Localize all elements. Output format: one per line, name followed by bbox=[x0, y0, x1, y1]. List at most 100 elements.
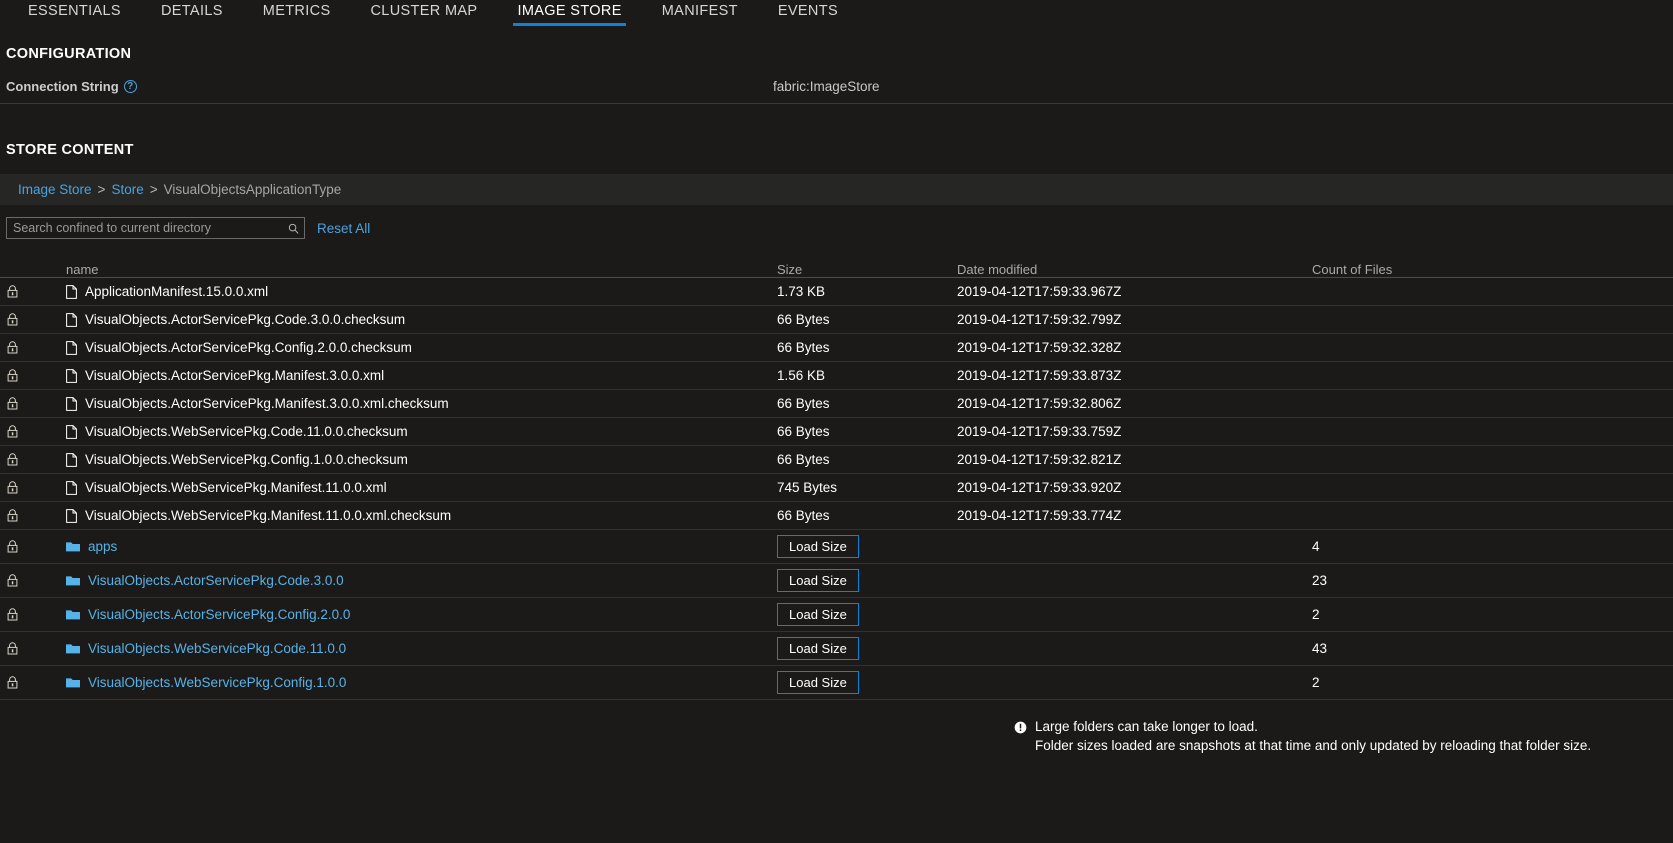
table-row: VisualObjects.ActorServicePkg.Code.3.0.0… bbox=[0, 306, 1673, 334]
folder-icon bbox=[66, 609, 80, 620]
lock-icon bbox=[0, 313, 24, 326]
lock-icon bbox=[0, 642, 24, 655]
connection-string-label-group: Connection String ? bbox=[6, 79, 137, 94]
table-row: apps Load Size 4 bbox=[0, 530, 1673, 564]
folder-icon bbox=[66, 575, 80, 586]
file-size-label: 66 Bytes bbox=[777, 312, 830, 327]
file-date-label: 2019-04-12T17:59:32.821Z bbox=[957, 452, 1122, 467]
folder-count-cell: 4 bbox=[1280, 539, 1480, 554]
folder-name-link[interactable]: VisualObjects.WebServicePkg.Config.1.0.0 bbox=[88, 675, 346, 690]
file-size-label: 66 Bytes bbox=[777, 396, 830, 411]
breadcrumb-item-1[interactable]: Store bbox=[111, 182, 143, 197]
header-name[interactable]: name bbox=[24, 262, 760, 277]
tab-events[interactable]: EVENTS bbox=[758, 0, 858, 30]
file-date-label: 2019-04-12T17:59:32.806Z bbox=[957, 396, 1122, 411]
header-count-of-files[interactable]: Count of Files bbox=[1280, 262, 1480, 277]
file-name-cell: VisualObjects.ActorServicePkg.Code.3.0.0… bbox=[24, 312, 760, 327]
file-date-cell: 2019-04-12T17:59:32.821Z bbox=[950, 452, 1280, 467]
folder-count-label: 43 bbox=[1312, 641, 1328, 656]
breadcrumb-item-0[interactable]: Image Store bbox=[18, 182, 92, 197]
load-size-button[interactable]: Load Size bbox=[777, 569, 859, 592]
folder-size-cell: Load Size bbox=[760, 603, 950, 626]
table-row: VisualObjects.WebServicePkg.Manifest.11.… bbox=[0, 502, 1673, 530]
file-name-label: VisualObjects.ActorServicePkg.Manifest.3… bbox=[85, 368, 385, 383]
file-date-cell: 2019-04-12T17:59:33.873Z bbox=[950, 368, 1280, 383]
search-box[interactable] bbox=[6, 217, 305, 239]
file-icon bbox=[66, 508, 77, 523]
help-icon[interactable]: ? bbox=[123, 80, 137, 93]
folder-name-cell: VisualObjects.ActorServicePkg.Config.2.0… bbox=[24, 607, 760, 622]
file-name-label: VisualObjects.WebServicePkg.Manifest.11.… bbox=[85, 480, 387, 495]
table-row: VisualObjects.WebServicePkg.Config.1.0.0… bbox=[0, 666, 1673, 700]
load-size-button[interactable]: Load Size bbox=[777, 637, 859, 660]
file-name-label: VisualObjects.ActorServicePkg.Manifest.3… bbox=[85, 396, 449, 411]
tab-image-store[interactable]: IMAGE STORE bbox=[497, 0, 641, 30]
folder-count-label: 4 bbox=[1312, 539, 1320, 554]
table-row: VisualObjects.ActorServicePkg.Manifest.3… bbox=[0, 390, 1673, 418]
load-size-button[interactable]: Load Size bbox=[777, 671, 859, 694]
file-size-cell: 66 Bytes bbox=[760, 424, 950, 439]
tab-manifest[interactable]: MANIFEST bbox=[642, 0, 758, 30]
file-date-cell: 2019-04-12T17:59:32.328Z bbox=[950, 340, 1280, 355]
file-name-cell: VisualObjects.ActorServicePkg.Config.2.0… bbox=[24, 340, 760, 355]
tab-essentials[interactable]: ESSENTIALS bbox=[8, 0, 141, 30]
lock-icon bbox=[0, 608, 24, 621]
footer-note-lines: Large folders can take longer to load. F… bbox=[1035, 717, 1591, 755]
folder-name-cell: VisualObjects.WebServicePkg.Code.11.0.0 bbox=[24, 641, 760, 656]
table-row: VisualObjects.WebServicePkg.Code.11.0.0.… bbox=[0, 418, 1673, 446]
footer-note-line-2: Folder sizes loaded are snapshots at tha… bbox=[1035, 738, 1592, 753]
file-icon bbox=[66, 284, 77, 299]
table-row: VisualObjects.ActorServicePkg.Config.2.0… bbox=[0, 334, 1673, 362]
folder-size-cell: Load Size bbox=[760, 671, 950, 694]
connection-string-row: Connection String ? fabric:ImageStore bbox=[0, 79, 1673, 104]
folder-size-cell: Load Size bbox=[760, 637, 950, 660]
reset-all-button[interactable]: Reset All bbox=[317, 221, 370, 236]
image-store-page: ESSENTIALS DETAILS METRICS CLUSTER MAP IMAGE… bbox=[0, 0, 1673, 843]
breadcrumb-separator: > bbox=[97, 182, 106, 197]
file-name-cell: VisualObjects.WebServicePkg.Config.1.0.0… bbox=[24, 452, 760, 467]
file-date-label: 2019-04-12T17:59:33.774Z bbox=[957, 508, 1122, 523]
folder-count-cell: 43 bbox=[1280, 641, 1480, 656]
file-icon bbox=[66, 424, 77, 439]
folder-name-cell: VisualObjects.WebServicePkg.Config.1.0.0 bbox=[24, 675, 760, 690]
footer-note-line-1: Large folders can take longer to load. bbox=[1035, 719, 1258, 734]
search-input[interactable] bbox=[7, 221, 304, 235]
file-name-label: VisualObjects.WebServicePkg.Manifest.11.… bbox=[85, 508, 452, 523]
file-date-cell: 2019-04-12T17:59:32.799Z bbox=[950, 312, 1280, 327]
folder-name-link[interactable]: VisualObjects.WebServicePkg.Code.11.0.0 bbox=[88, 641, 346, 656]
lock-icon bbox=[0, 341, 24, 354]
table-row: VisualObjects.ActorServicePkg.Code.3.0.0… bbox=[0, 564, 1673, 598]
table-row: VisualObjects.WebServicePkg.Code.11.0.0 L… bbox=[0, 632, 1673, 666]
lock-icon bbox=[0, 676, 24, 689]
folder-icon bbox=[66, 643, 80, 654]
header-date-modified[interactable]: Date modified bbox=[950, 262, 1280, 277]
load-size-button[interactable]: Load Size bbox=[777, 603, 859, 626]
file-name-cell: VisualObjects.ActorServicePkg.Manifest.3… bbox=[24, 368, 760, 383]
file-name-label: ApplicationManifest.15.0.0.xml bbox=[85, 284, 269, 299]
configuration-section-title: CONFIGURATION bbox=[6, 46, 132, 62]
breadcrumb-item-2: VisualObjectsApplicationType bbox=[163, 182, 342, 197]
file-date-label: 2019-04-12T17:59:33.967Z bbox=[957, 284, 1122, 299]
file-icon bbox=[66, 480, 77, 495]
file-date-cell: 2019-04-12T17:59:33.920Z bbox=[950, 480, 1280, 495]
table-row: ApplicationManifest.15.0.0.xml 1.73 KB 201… bbox=[0, 278, 1673, 306]
file-size-label: 66 Bytes bbox=[777, 424, 830, 439]
file-icon bbox=[66, 368, 77, 383]
table-header-row: name Size Date modified Count of Files bbox=[0, 254, 1673, 278]
folder-count-label: 2 bbox=[1312, 675, 1320, 690]
file-size-cell: 745 Bytes bbox=[760, 480, 950, 495]
connection-string-label: Connection String bbox=[6, 79, 119, 94]
file-name-cell: ApplicationManifest.15.0.0.xml bbox=[24, 284, 760, 299]
tab-details[interactable]: DETAILS bbox=[141, 0, 243, 30]
tab-cluster-map[interactable]: CLUSTER MAP bbox=[350, 0, 497, 30]
folder-name-link[interactable]: VisualObjects.ActorServicePkg.Config.2.0… bbox=[88, 607, 350, 622]
folder-name-link[interactable]: apps bbox=[88, 539, 117, 554]
tab-metrics[interactable]: METRICS bbox=[243, 0, 351, 30]
file-name-cell: VisualObjects.WebServicePkg.Manifest.11.… bbox=[24, 508, 760, 523]
load-size-button[interactable]: Load Size bbox=[777, 535, 859, 558]
file-size-cell: 1.73 KB bbox=[760, 284, 950, 299]
folder-name-link[interactable]: VisualObjects.ActorServicePkg.Code.3.0.0 bbox=[88, 573, 344, 588]
folder-name-cell: VisualObjects.ActorServicePkg.Code.3.0.0 bbox=[24, 573, 760, 588]
lock-icon bbox=[0, 425, 24, 438]
header-size[interactable]: Size bbox=[760, 262, 950, 277]
